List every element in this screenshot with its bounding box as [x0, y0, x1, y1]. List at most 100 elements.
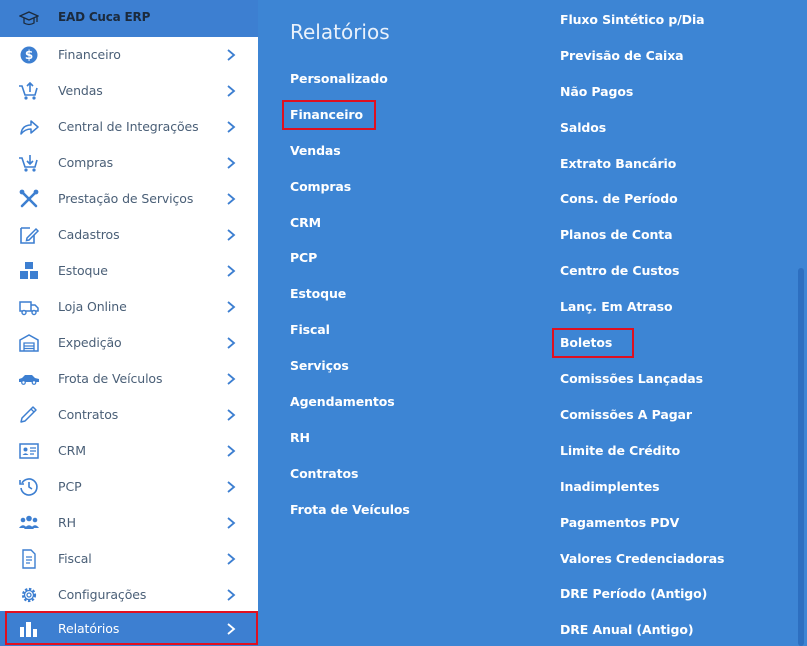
report-category-fiscal[interactable]: Fiscal: [290, 322, 330, 337]
sidebar-item-label: RH: [58, 515, 76, 530]
report-category-pcp[interactable]: PCP: [290, 250, 317, 265]
report-category-vendas[interactable]: Vendas: [290, 143, 341, 158]
reports-panel: Relatórios Personalizado Financeiro Vend…: [258, 0, 807, 646]
report-link-comissoes-lancadas[interactable]: Comissões Lançadas: [560, 371, 703, 386]
sidebar-item-cadastros[interactable]: Cadastros: [0, 217, 258, 253]
sidebar-item-label: Financeiro: [58, 47, 121, 62]
report-link-limite-de-credito[interactable]: Limite de Crédito: [560, 443, 680, 458]
sidebar: EAD Cuca ERP $ Financeiro Vendas Central…: [0, 0, 258, 646]
report-category-contratos[interactable]: Contratos: [290, 466, 358, 481]
chevron-right-icon: [227, 121, 236, 133]
share-icon: [20, 120, 39, 135]
report-category-servicos[interactable]: Serviços: [290, 358, 349, 373]
chevron-right-icon: [227, 157, 236, 169]
sidebar-item-crm[interactable]: CRM: [0, 433, 258, 469]
sidebar-item-label: Expedição: [58, 335, 122, 350]
sidebar-item-label: Vendas: [58, 83, 103, 98]
report-link-lanc-em-atraso[interactable]: Lanç. Em Atraso: [560, 299, 673, 314]
app-title: EAD Cuca ERP: [58, 10, 151, 24]
chevron-right-icon: [227, 85, 236, 97]
sidebar-item-label: Relatórios: [58, 621, 120, 636]
sidebar-item-compras[interactable]: Compras: [0, 145, 258, 181]
sidebar-item-relatorios[interactable]: Relatórios: [0, 611, 258, 646]
chevron-right-icon: [227, 445, 236, 457]
chevron-right-icon: [227, 337, 236, 349]
report-category-frota-de-veiculos[interactable]: Frota de Veículos: [290, 502, 410, 517]
chevron-right-icon: [227, 229, 236, 241]
report-link-valores-credenciadoras[interactable]: Valores Credenciadoras: [560, 551, 724, 566]
sidebar-item-loja-online[interactable]: Loja Online: [0, 289, 258, 325]
chevron-right-icon: [227, 623, 236, 635]
panel-title: Relatórios: [290, 20, 390, 44]
report-link-inadimplentes[interactable]: Inadimplentes: [560, 479, 660, 494]
report-link-comissoes-a-pagar[interactable]: Comissões A Pagar: [560, 407, 692, 422]
graduation-cap-icon: [19, 11, 39, 26]
bar-chart-icon: [20, 622, 37, 637]
report-link-saldos[interactable]: Saldos: [560, 120, 606, 135]
report-category-compras[interactable]: Compras: [290, 179, 351, 194]
report-link-centro-de-custos[interactable]: Centro de Custos: [560, 263, 679, 278]
report-category-personalizado[interactable]: Personalizado: [290, 71, 388, 86]
dollar-icon: $: [20, 46, 38, 64]
sidebar-item-contratos[interactable]: Contratos: [0, 397, 258, 433]
chevron-right-icon: [227, 409, 236, 421]
sidebar-item-label: Fiscal: [58, 551, 92, 566]
report-category-agendamentos[interactable]: Agendamentos: [290, 394, 395, 409]
sidebar-item-rh[interactable]: RH: [0, 505, 258, 541]
report-link-planos-de-conta[interactable]: Planos de Conta: [560, 227, 673, 242]
sidebar-item-estoque[interactable]: Estoque: [0, 253, 258, 289]
sidebar-item-vendas[interactable]: Vendas: [0, 73, 258, 109]
sidebar-item-configuracoes[interactable]: Configurações: [0, 577, 258, 613]
sidebar-item-label: Estoque: [58, 263, 108, 278]
clock-icon: [19, 478, 38, 496]
sidebar-item-financeiro[interactable]: $ Financeiro: [0, 37, 258, 73]
chevron-right-icon: [227, 553, 236, 565]
sidebar-item-label: Contratos: [58, 407, 119, 422]
cart-up-icon: [19, 81, 38, 100]
sidebar-item-label: Loja Online: [58, 299, 127, 314]
sidebar-item-prestacao-de-servicos[interactable]: Prestação de Serviços: [0, 181, 258, 217]
chevron-right-icon: [227, 49, 236, 61]
chevron-right-icon: [227, 373, 236, 385]
chevron-right-icon: [227, 481, 236, 493]
truck-icon: [19, 301, 39, 316]
car-icon: [19, 375, 39, 385]
sidebar-item-central-de-integracoes[interactable]: Central de Integrações: [0, 109, 258, 145]
report-link-dre-anual-antigo[interactable]: DRE Anual (Antigo): [560, 622, 694, 637]
warehouse-icon: [19, 334, 39, 352]
report-link-boletos[interactable]: Boletos: [560, 335, 612, 350]
report-category-rh[interactable]: RH: [290, 430, 310, 445]
report-category-crm[interactable]: CRM: [290, 215, 321, 230]
sidebar-item-frota-de-veiculos[interactable]: Frota de Veículos: [0, 361, 258, 397]
report-category-estoque[interactable]: Estoque: [290, 286, 346, 301]
report-link-dre-periodo-antigo[interactable]: DRE Período (Antigo): [560, 586, 707, 601]
report-link-extrato-bancario[interactable]: Extrato Bancário: [560, 156, 676, 171]
tools-icon: [19, 189, 39, 208]
sidebar-item-fiscal[interactable]: Fiscal: [0, 541, 258, 577]
report-link-fluxo-sintetico[interactable]: Fluxo Sintético p/Dia: [560, 12, 705, 27]
document-icon: [22, 549, 36, 569]
sidebar-item-label: Cadastros: [58, 227, 120, 242]
cart-down-icon: [19, 155, 38, 172]
report-link-previsao-de-caixa[interactable]: Previsão de Caixa: [560, 48, 684, 63]
gear-icon: [21, 587, 37, 603]
report-link-nao-pagos[interactable]: Não Pagos: [560, 84, 633, 99]
report-link-cons-de-periodo[interactable]: Cons. de Período: [560, 191, 678, 206]
sidebar-item-expedicao[interactable]: Expedição: [0, 325, 258, 361]
chevron-right-icon: [227, 265, 236, 277]
sidebar-item-label: Configurações: [58, 587, 147, 602]
sidebar-item-label: PCP: [58, 479, 82, 494]
app-header: EAD Cuca ERP: [0, 0, 258, 37]
id-card-icon: [19, 443, 39, 459]
report-link-pagamentos-pdv[interactable]: Pagamentos PDV: [560, 515, 679, 530]
sidebar-item-label: Prestação de Serviços: [58, 191, 194, 206]
sidebar-item-pcp[interactable]: PCP: [0, 469, 258, 505]
sidebar-item-label: Central de Integrações: [58, 119, 199, 134]
edit-icon: [20, 227, 40, 244]
chevron-right-icon: [227, 193, 236, 205]
people-icon: [19, 515, 39, 529]
sidebar-item-label: Frota de Veículos: [58, 371, 163, 386]
scrollbar[interactable]: [798, 268, 804, 646]
pen-icon: [20, 406, 37, 423]
report-category-financeiro[interactable]: Financeiro: [290, 107, 363, 122]
